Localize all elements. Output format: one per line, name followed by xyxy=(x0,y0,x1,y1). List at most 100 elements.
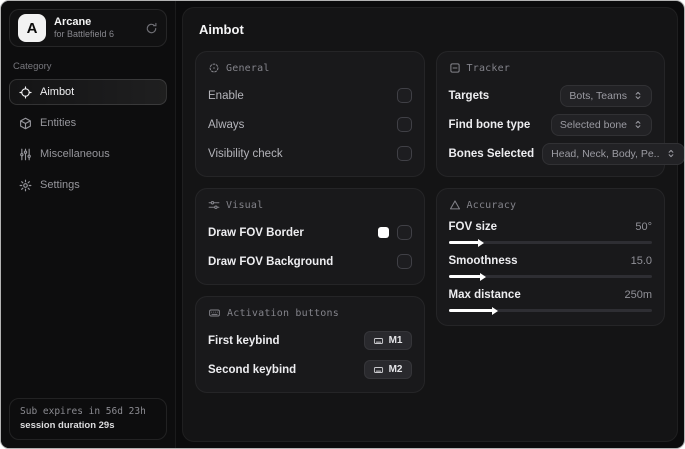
smoothness-setting: Smoothness 15.0 xyxy=(448,255,653,278)
mixer-icon xyxy=(19,148,32,161)
refresh-icon[interactable] xyxy=(145,22,158,35)
main-panel: Aimbot General Enable Always Visibility … xyxy=(182,7,684,442)
keyboard-icon xyxy=(373,365,384,375)
keybind-value: M1 xyxy=(388,335,403,346)
setting-row: Targets Bots, Teams xyxy=(448,84,652,107)
slider-head: FOV size 50° xyxy=(449,221,653,233)
sidebar-item-entities[interactable]: Entities xyxy=(9,110,167,136)
app-subtitle: for Battlefield 6 xyxy=(54,29,115,40)
tracker-panel-header: Tracker xyxy=(449,62,653,74)
dropdown-value: Head, Neck, Body, Pe.. xyxy=(551,147,660,160)
brand-card: A Arcane for Battlefield 6 xyxy=(9,9,167,47)
draw-fov-background-checkbox[interactable] xyxy=(396,254,412,269)
accuracy-panel: Accuracy FOV size 50° Smoothness 15.0 Ma… xyxy=(435,188,665,326)
sidebar-item-label: Aimbot xyxy=(40,86,75,98)
visibility-check-checkbox[interactable] xyxy=(396,146,412,161)
sidebar-item-miscellaneous[interactable]: Miscellaneous xyxy=(9,141,167,167)
first-keybind-button[interactable]: M1 xyxy=(363,331,412,350)
slider-head: Smoothness 15.0 xyxy=(449,255,653,267)
sidebar-item-label: Miscellaneous xyxy=(40,148,110,160)
panel-title: Activation buttons xyxy=(227,307,339,319)
enable-checkbox[interactable] xyxy=(396,88,412,103)
sub-expiry-text: Sub expires in 56d 23h xyxy=(20,406,146,417)
sliders-icon xyxy=(208,199,220,211)
panel-columns: General Enable Always Visibility check V… xyxy=(195,51,684,393)
sidebar-item-aimbot[interactable]: Aimbot xyxy=(9,79,167,105)
targets-dropdown[interactable]: Bots, Teams xyxy=(560,84,652,107)
controls xyxy=(377,225,412,240)
setting-label: Max distance xyxy=(448,289,521,301)
accuracy-panel-header: Accuracy xyxy=(449,199,653,211)
left-column: General Enable Always Visibility check V… xyxy=(195,51,425,393)
slider-fill xyxy=(448,241,480,244)
fov-border-color-swatch[interactable] xyxy=(377,227,389,238)
general-panel: General Enable Always Visibility check xyxy=(195,51,425,177)
slider-fill xyxy=(448,275,482,278)
scan-minus-icon xyxy=(449,62,461,74)
setting-row: Visibility check xyxy=(208,142,412,165)
main-area: Aimbot General Enable Always Visibility … xyxy=(176,1,684,448)
activation-panel: Activation buttons First keybind M1 Seco… xyxy=(195,296,425,393)
slider-head: Max distance 250m xyxy=(449,289,653,301)
brand-text: Arcane for Battlefield 6 xyxy=(54,16,114,41)
subscription-card: Sub expires in 56d 23h session duration … xyxy=(9,398,167,440)
sidebar: A Arcane for Battlefield 6 Category Aimb xyxy=(1,1,176,448)
setting-label: Smoothness xyxy=(448,255,518,267)
sidebar-item-label: Settings xyxy=(40,179,80,191)
setting-label: Visibility check xyxy=(208,147,283,160)
right-column: Tracker Targets Bots, Teams Find bone ty… xyxy=(435,51,684,326)
setting-label: First keybind xyxy=(208,334,280,347)
slider-fill xyxy=(448,309,494,312)
keybind-value: M2 xyxy=(388,364,403,375)
dropdown-value: Bots, Teams xyxy=(569,89,627,102)
setting-row: Second keybind M2 xyxy=(208,358,412,381)
fov-size-setting: FOV size 50° xyxy=(448,221,653,244)
setting-label: Enable xyxy=(208,89,244,102)
max-distance-slider[interactable] xyxy=(448,309,652,312)
second-keybind-button[interactable]: M2 xyxy=(363,360,412,379)
app-window: A Arcane for Battlefield 6 Category Aimb xyxy=(0,0,685,449)
general-panel-header: General xyxy=(208,62,412,74)
app-logo: A xyxy=(18,14,46,42)
gear-icon xyxy=(19,179,32,192)
draw-fov-border-checkbox[interactable] xyxy=(396,225,412,240)
setting-row: First keybind M1 xyxy=(208,329,412,352)
chevron-up-down-icon xyxy=(666,148,676,159)
setting-row: Bones Selected Head, Neck, Body, Pe.. xyxy=(448,142,684,165)
target-dashed-icon xyxy=(208,62,220,74)
panel-title: Tracker xyxy=(466,62,511,74)
activation-panel-header: Activation buttons xyxy=(208,307,412,319)
slider-value: 15.0 xyxy=(630,255,652,267)
setting-label: Find bone type xyxy=(448,118,531,131)
sidebar-item-label: Entities xyxy=(40,117,77,129)
setting-label: Targets xyxy=(448,89,490,102)
setting-row: Find bone type Selected bone xyxy=(448,113,652,136)
category-label: Category xyxy=(13,61,52,72)
sidebar-item-settings[interactable]: Settings xyxy=(9,172,167,198)
smoothness-slider[interactable] xyxy=(448,275,652,278)
tracker-panel: Tracker Targets Bots, Teams Find bone ty… xyxy=(435,51,684,177)
dropdown-value: Selected bone xyxy=(559,118,627,131)
keyboard-icon xyxy=(373,336,384,346)
setting-row: Always xyxy=(208,113,412,136)
setting-row: Draw FOV Border xyxy=(208,221,412,244)
bones-selected-dropdown[interactable]: Head, Neck, Body, Pe.. xyxy=(542,142,684,165)
session-duration-text: session duration 29s xyxy=(20,420,115,431)
panel-title: Accuracy xyxy=(466,199,517,211)
setting-label: Draw FOV Background xyxy=(208,255,334,268)
find-bone-type-dropdown[interactable]: Selected bone xyxy=(550,113,652,136)
setting-label: Bones Selected xyxy=(448,147,535,160)
chevron-up-down-icon xyxy=(633,90,643,101)
cube-icon xyxy=(19,117,32,130)
setting-row: Enable xyxy=(208,84,412,107)
setting-row: Draw FOV Background xyxy=(208,250,412,273)
visual-panel: Visual Draw FOV Border Draw FOV Backgrou… xyxy=(195,188,425,285)
fov-size-slider[interactable] xyxy=(448,241,652,244)
setting-label: Always xyxy=(208,118,245,131)
setting-label: Draw FOV Border xyxy=(208,226,304,239)
panel-title: General xyxy=(226,62,270,74)
max-distance-setting: Max distance 250m xyxy=(448,289,653,312)
page-title: Aimbot xyxy=(199,22,244,37)
always-checkbox[interactable] xyxy=(396,117,412,132)
